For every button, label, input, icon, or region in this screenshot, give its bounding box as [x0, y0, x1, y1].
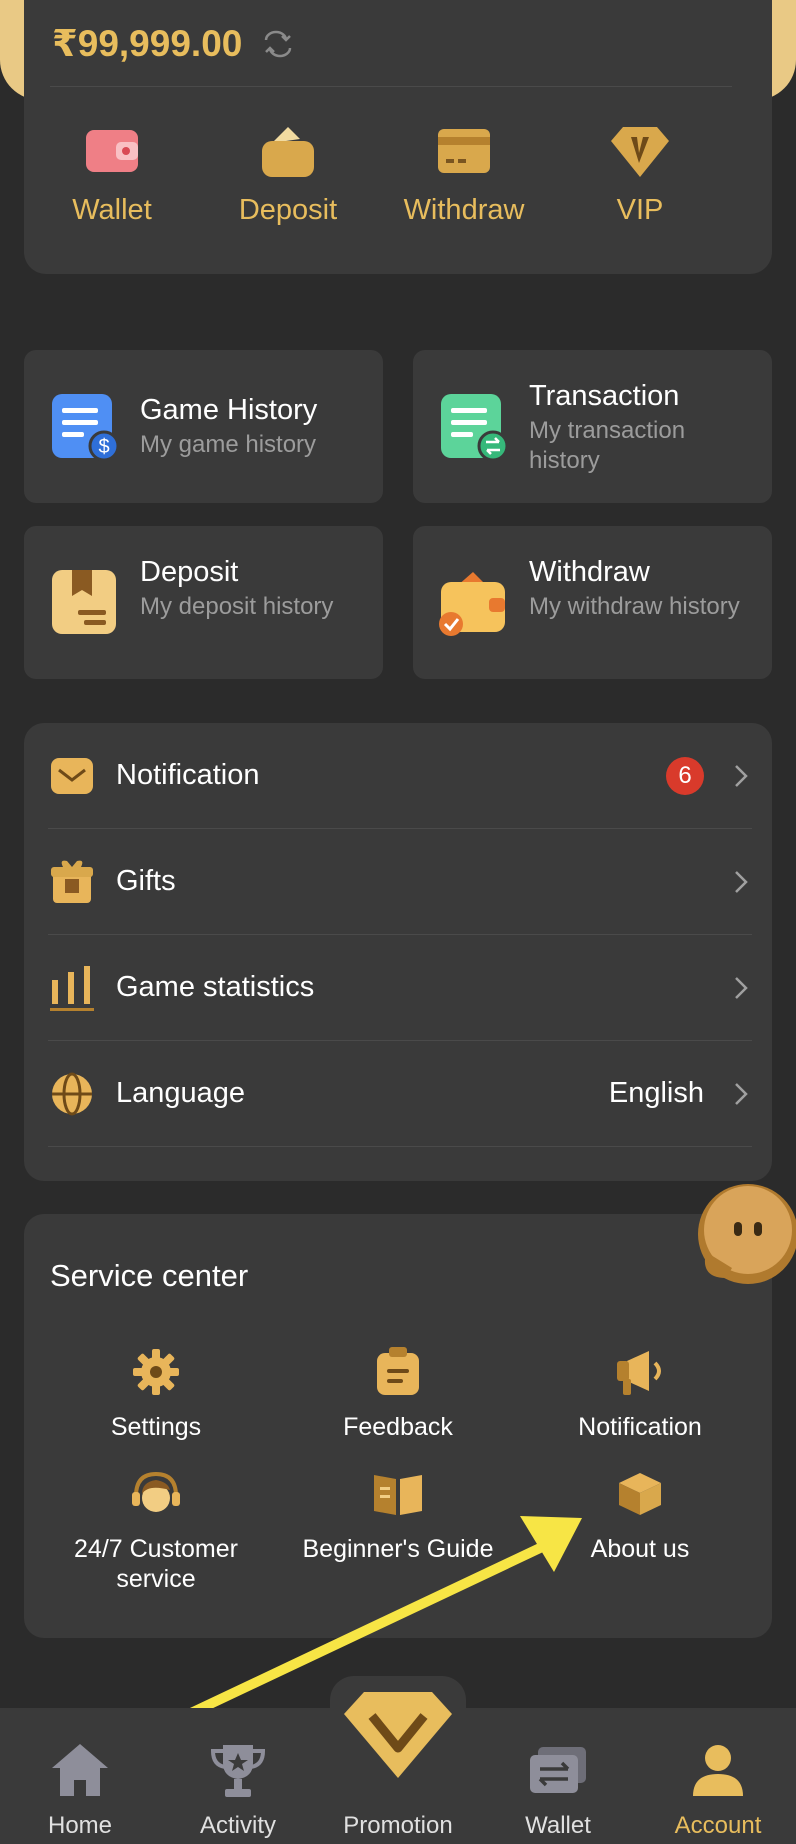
service-customer-service-label: 24/7 Customer service — [74, 1535, 238, 1593]
withdraw-icon — [433, 120, 495, 182]
withdraw-history-icon — [439, 572, 505, 636]
service-center-title: Service center — [50, 1258, 249, 1293]
nav-promotion-label: Promotion — [343, 1812, 453, 1839]
service-feedback-label: Feedback — [343, 1413, 453, 1441]
headset-icon — [128, 1466, 184, 1522]
menu-item-game-statistics[interactable]: Game statistics — [48, 935, 752, 1041]
nav-home-label: Home — [47, 1812, 113, 1839]
mail-icon — [48, 752, 96, 800]
bar-chart-icon — [48, 964, 96, 1012]
quick-actions: Wallet Deposit Withdraw VIP — [24, 120, 772, 227]
withdraw-history-card[interactable]: Withdraw My withdraw history — [413, 526, 772, 679]
wallet-nav-icon — [526, 1740, 590, 1800]
quick-withdraw-label: Withdraw — [403, 194, 525, 226]
chat-support-icon[interactable] — [696, 1182, 796, 1286]
deposit-history-subtitle: My deposit history — [140, 593, 334, 620]
nav-activity[interactable]: Activity — [158, 1740, 318, 1840]
menu-notification-label: Notification — [116, 759, 260, 791]
service-notification-label: Notification — [578, 1413, 702, 1441]
quick-deposit-button[interactable]: Deposit — [200, 120, 376, 227]
chevron-right-icon — [735, 1082, 748, 1105]
trophy-icon — [206, 1740, 270, 1800]
game-history-title: Game History — [140, 394, 318, 426]
gear-icon — [128, 1344, 184, 1400]
nav-account[interactable]: Account — [638, 1740, 796, 1840]
svg-text:$: $ — [98, 436, 109, 458]
quick-wallet-label: Wallet — [72, 194, 152, 226]
service-beginners-guide-button[interactable]: Beginner's Guide — [288, 1466, 508, 1564]
quick-withdraw-button[interactable]: Withdraw — [376, 120, 552, 227]
book-icon — [370, 1466, 426, 1522]
service-about-us-label: About us — [590, 1535, 690, 1563]
game-history-card[interactable]: $ Game History My game history — [24, 350, 383, 503]
vip-icon — [609, 120, 671, 182]
service-notification-button[interactable]: Notification — [530, 1344, 750, 1442]
service-center: Service center Settings Feedback Notific… — [24, 1214, 772, 1638]
clipboard-icon — [370, 1344, 426, 1400]
nav-account-label: Account — [674, 1812, 762, 1839]
gift-icon — [48, 858, 96, 906]
nav-wallet[interactable]: Wallet — [478, 1740, 638, 1840]
menu-item-notification[interactable]: Notification 6 — [48, 723, 752, 829]
box-icon — [612, 1466, 668, 1522]
service-feedback-button[interactable]: Feedback — [288, 1344, 508, 1442]
deposit-history-card[interactable]: Deposit My deposit history — [24, 526, 383, 679]
withdraw-history-title: Withdraw — [529, 556, 650, 588]
nav-wallet-label: Wallet — [525, 1812, 591, 1839]
megaphone-icon — [612, 1344, 668, 1400]
chevron-right-icon — [735, 870, 748, 893]
divider — [50, 86, 732, 87]
withdraw-history-subtitle: My withdraw history — [529, 593, 740, 620]
service-beginners-guide-label: Beginner's Guide — [302, 1535, 494, 1563]
transaction-title: Transaction — [529, 380, 680, 412]
nav-home[interactable]: Home — [0, 1740, 160, 1840]
menu-item-gifts[interactable]: Gifts — [48, 829, 752, 935]
menu-item-language[interactable]: Language English — [48, 1041, 752, 1147]
globe-icon — [48, 1070, 96, 1118]
menu-game-statistics-label: Game statistics — [116, 971, 315, 1003]
chevron-right-icon — [735, 764, 748, 787]
quick-vip-label: VIP — [616, 194, 664, 226]
chevron-right-icon — [735, 976, 748, 999]
deposit-history-title: Deposit — [140, 556, 239, 588]
quick-wallet-button[interactable]: Wallet — [24, 120, 200, 227]
transaction-icon — [441, 394, 509, 462]
service-about-us-button[interactable]: About us — [530, 1466, 750, 1564]
service-settings-button[interactable]: Settings — [46, 1344, 266, 1442]
balance-card: ₹99,999.00 Wallet Deposit Withdraw VIP — [24, 0, 772, 274]
menu-gifts-label: Gifts — [116, 865, 176, 897]
settings-menu: Notification 6 Gifts Game statistics Lan… — [24, 723, 772, 1181]
nav-activity-label: Activity — [199, 1812, 276, 1839]
quick-vip-button[interactable]: VIP — [552, 120, 728, 227]
game-history-subtitle: My game history — [140, 431, 317, 458]
wallet-icon — [81, 120, 143, 182]
user-icon — [686, 1740, 750, 1800]
transaction-card[interactable]: Transaction My transaction history — [413, 350, 772, 503]
menu-language-label: Language — [116, 1077, 246, 1109]
transaction-subtitle: My transaction history — [529, 417, 686, 474]
language-value: English — [608, 1077, 704, 1109]
refresh-icon[interactable] — [260, 26, 296, 62]
balance-display: ₹99,999.00 — [52, 22, 296, 65]
quick-deposit-label: Deposit — [238, 194, 338, 226]
balance-amount: ₹99,999.00 — [52, 23, 243, 64]
service-settings-label: Settings — [110, 1413, 202, 1441]
notification-badge: 6 — [666, 756, 704, 795]
service-customer-service-button[interactable]: 24/7 Customer service — [46, 1466, 266, 1594]
deposit-icon — [257, 120, 319, 182]
home-icon — [48, 1740, 112, 1800]
game-history-icon: $ — [52, 394, 120, 462]
nav-promotion[interactable]: Promotion — [318, 1740, 478, 1840]
deposit-history-icon — [52, 570, 116, 634]
